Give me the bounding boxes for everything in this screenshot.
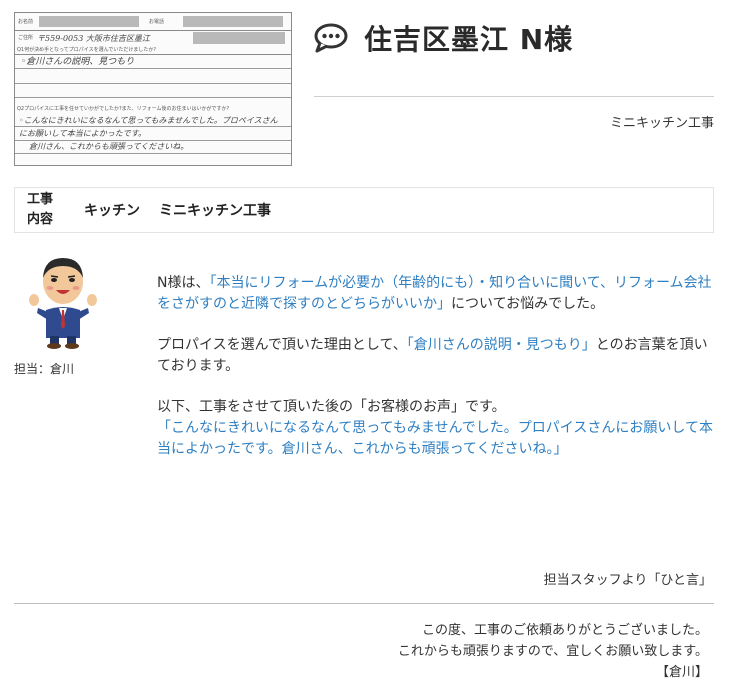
survey-address-label: ご住所 — [18, 35, 34, 41]
survey-q1-label: Q1何が決め手となってプロパイスを選んでいただけましたか? — [17, 47, 156, 53]
work-label-line-2: 内容 — [26, 212, 53, 227]
survey-line — [15, 153, 291, 154]
staff-message: この度、工事のご依頼ありがとうございました。 これからも頑張りますので、宜しくお… — [398, 620, 708, 683]
survey-address-redaction — [193, 32, 285, 44]
survey-q1-hand: ◦倉川さんの説明、見つもり — [21, 57, 135, 67]
speech-bubble-icon — [314, 23, 348, 53]
survey-line — [15, 126, 291, 127]
work-label-line-1: 工事 — [26, 192, 53, 207]
survey-card-image: お名前 お電話 ご住所 〒559-0053 大阪市住吉区墨江 Q1何が決め手とな… — [14, 12, 292, 166]
survey-address-hand: 〒559-0053 大阪市住吉区墨江 — [37, 34, 150, 43]
page-title: 住吉区墨江 N様 — [364, 23, 574, 56]
survey-line — [15, 83, 291, 84]
reason-highlight: 「倉川さんの説明・見つもり」 — [406, 337, 596, 353]
survey-line — [15, 68, 291, 69]
paragraph-reason: プロパイスを選んで頂いた理由として、「倉川さんの説明・見つもり」とのお言葉を頂い… — [157, 335, 713, 377]
paragraph-concern: N様は、「本当にリフォームが必要か（年齢的にも）・知り合いに聞いて、リフォーム会… — [157, 273, 713, 315]
voice-intro: 以下、工事をさせて頂いた後の「お客様のお声」です。 — [157, 399, 506, 415]
staff-message-line-1: この度、工事のご依頼ありがとうございました。 — [421, 623, 708, 638]
concern-outro: についてお悩みでした。 — [451, 296, 605, 312]
work-name: ミニキッチン工事 — [159, 203, 271, 219]
concern-intro: N様は、 — [157, 275, 210, 291]
page-subtitle: ミニキッチン工事 — [609, 116, 714, 131]
title-divider — [314, 96, 714, 97]
staff-comment-heading: 担当スタッフより「ひと言」 — [543, 573, 712, 588]
footer-divider — [14, 603, 714, 604]
staff-message-line-2: これからも頑張りますので、宜しくお願い致します。 — [397, 644, 708, 659]
voice-highlight: 「こんなにきれいになるなんて思ってもみませんでした。プロパイスさんにお願いして本… — [157, 420, 713, 457]
survey-phone-label: お電話 — [149, 19, 165, 25]
work-content-table: 工事 内容 キッチン ミニキッチン工事 — [14, 187, 714, 233]
survey-name-redaction — [39, 16, 139, 27]
work-category: キッチン — [84, 203, 140, 219]
survey-row-name: お名前 お電話 — [15, 13, 291, 31]
reason-intro: プロパイスを選んで頂いた理由として、 — [157, 337, 407, 353]
survey-q2-label: Q2プロパイスに工事を任せていかがでしたか?また、リフォーム後のお住まいはいかが… — [17, 106, 230, 112]
staff-label: 担当：倉川 — [14, 362, 75, 376]
paragraph-voice: 以下、工事をさせて頂いた後の「お客様のお声」です。「こんなにきれいになるなんて思… — [157, 397, 713, 460]
staff-message-signature: 【倉川】 — [655, 665, 708, 680]
survey-line — [15, 97, 291, 98]
concern-highlight: 「本当にリフォームが必要か（年齢的にも）・知り合いに聞いて、リフォーム会社をさが… — [157, 275, 712, 312]
survey-q2-hand-3: 倉川さん、これからも頑張ってくださいね。 — [29, 142, 189, 151]
work-label: 工事 内容 — [15, 190, 65, 230]
page-header: 住吉区墨江 N様 — [314, 16, 573, 60]
case-description: N様は、「本当にリフォームが必要か（年齢的にも）・知り合いに聞いて、リフォーム会… — [157, 273, 713, 480]
survey-name-label: お名前 — [18, 19, 34, 25]
survey-q2-hand-1: ◦こんなにきれいになるなんて思ってもみませんでした。プロペイスさん — [19, 116, 278, 125]
staff-avatar — [29, 258, 97, 349]
survey-phone-redaction — [183, 16, 283, 27]
survey-q2-hand-2: にお願いして本当によかったです。 — [19, 129, 146, 138]
